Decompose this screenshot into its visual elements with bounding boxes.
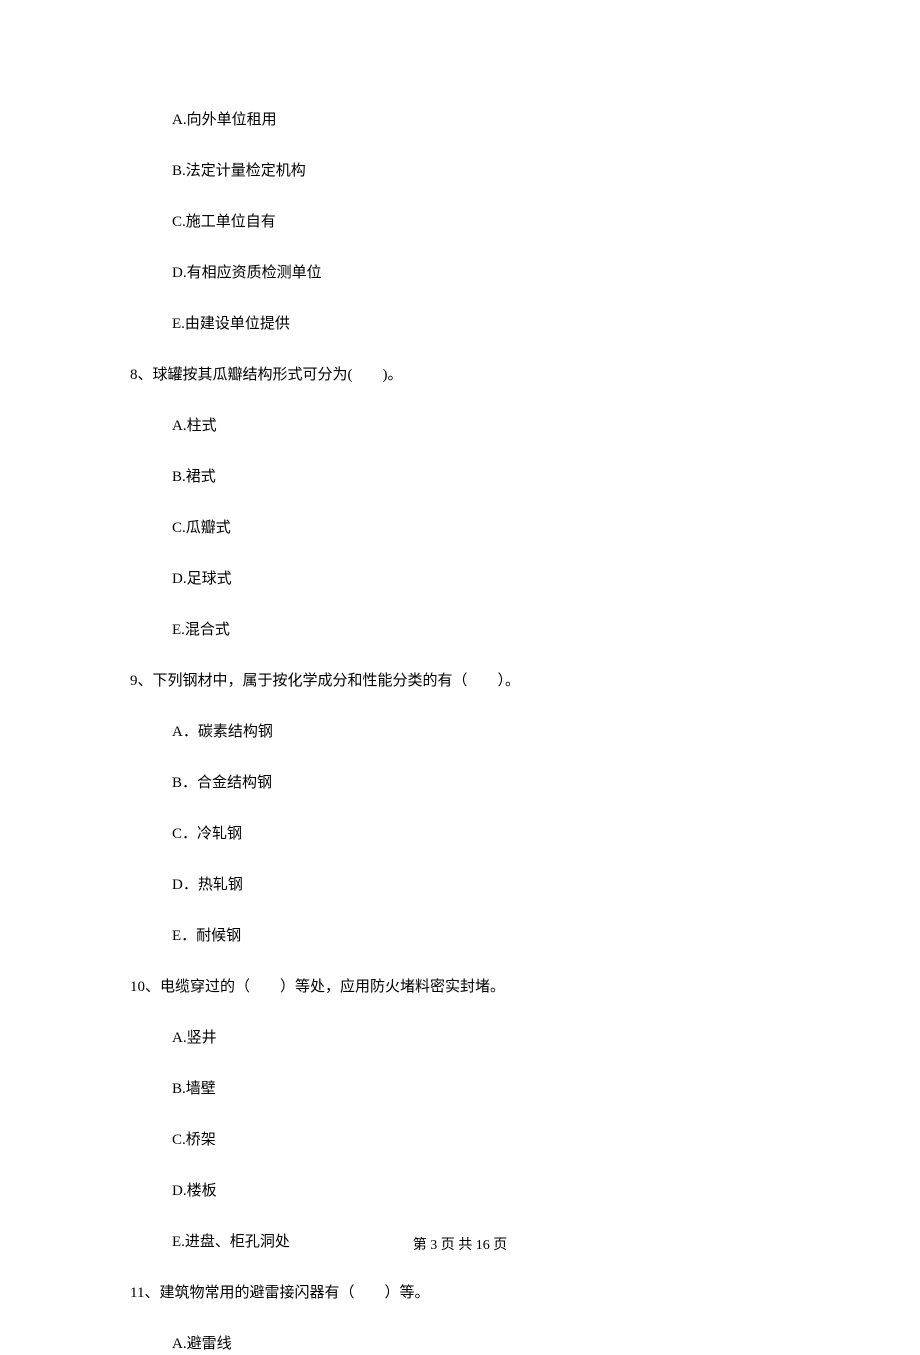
question-9-stem: 9、下列钢材中，属于按化学成分和性能分类的有（ ）。 bbox=[130, 671, 790, 692]
question-10-stem: 10、电缆穿过的（ ）等处，应用防火堵料密实封堵。 bbox=[130, 977, 790, 998]
option-7b: B.法定计量检定机构 bbox=[130, 161, 790, 182]
option-8a: A.柱式 bbox=[130, 416, 790, 437]
question-11: 11、建筑物常用的避雷接闪器有（ ）等。 A.避雷线 bbox=[130, 1283, 790, 1355]
question-11-stem: 11、建筑物常用的避雷接闪器有（ ）等。 bbox=[130, 1283, 790, 1304]
option-10c: C.桥架 bbox=[130, 1130, 790, 1151]
option-8b: B.裙式 bbox=[130, 467, 790, 488]
question-9: 9、下列钢材中，属于按化学成分和性能分类的有（ ）。 A．碳素结构钢 B．合金结… bbox=[130, 671, 790, 947]
option-8d: D.足球式 bbox=[130, 569, 790, 590]
option-8e: E.混合式 bbox=[130, 620, 790, 641]
option-9a: A．碳素结构钢 bbox=[130, 722, 790, 743]
page-footer: 第 3 页 共 16 页 bbox=[0, 1234, 920, 1254]
option-7c: C.施工单位自有 bbox=[130, 212, 790, 233]
option-9d: D．热轧钢 bbox=[130, 875, 790, 896]
question-7-options: A.向外单位租用 B.法定计量检定机构 C.施工单位自有 D.有相应资质检测单位… bbox=[130, 110, 790, 335]
option-7e: E.由建设单位提供 bbox=[130, 314, 790, 335]
option-7d: D.有相应资质检测单位 bbox=[130, 263, 790, 284]
option-7a: A.向外单位租用 bbox=[130, 110, 790, 131]
question-8: 8、球罐按其瓜瓣结构形式可分为( )。 A.柱式 B.裙式 C.瓜瓣式 D.足球… bbox=[130, 365, 790, 641]
option-10d: D.楼板 bbox=[130, 1181, 790, 1202]
option-9e: E．耐候钢 bbox=[130, 926, 790, 947]
option-8c: C.瓜瓣式 bbox=[130, 518, 790, 539]
page-content: A.向外单位租用 B.法定计量检定机构 C.施工单位自有 D.有相应资质检测单位… bbox=[0, 0, 920, 1355]
question-10: 10、电缆穿过的（ ）等处，应用防火堵料密实封堵。 A.竖井 B.墙壁 C.桥架… bbox=[130, 977, 790, 1253]
option-9b: B．合金结构钢 bbox=[130, 773, 790, 794]
option-9c: C．冷轧钢 bbox=[130, 824, 790, 845]
question-8-stem: 8、球罐按其瓜瓣结构形式可分为( )。 bbox=[130, 365, 790, 386]
option-10b: B.墙壁 bbox=[130, 1079, 790, 1100]
option-10a: A.竖井 bbox=[130, 1028, 790, 1049]
option-11a: A.避雷线 bbox=[130, 1334, 790, 1355]
